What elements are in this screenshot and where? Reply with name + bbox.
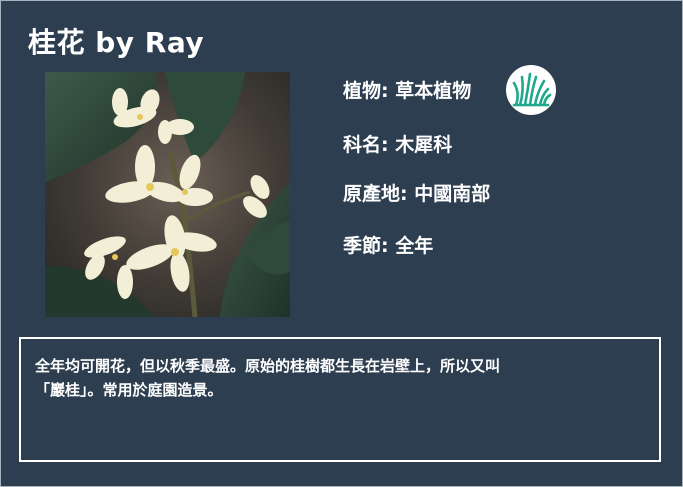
grass-icon bbox=[506, 65, 556, 115]
plant-card: 桂花 by Ray 植物: 草本植物 科名: 木犀科 原產地: 中國南部 季節:… bbox=[0, 0, 683, 487]
plant-type-label: 植物: 草本植物 bbox=[343, 80, 472, 102]
description-box: 全年均可開花，但以秋季最盛。原始的桂樹都生長在岩壁上，所以又叫 「巖桂」。常用於庭… bbox=[19, 337, 661, 462]
description-text: 全年均可開花，但以秋季最盛。原始的桂樹都生長在岩壁上，所以又叫 「巖桂」。常用於庭… bbox=[35, 354, 645, 402]
card-title: 桂花 by Ray bbox=[28, 26, 205, 59]
origin-label: 原產地: 中國南部 bbox=[343, 183, 491, 205]
description-line-2: 「巖桂」。常用於庭園造景。 bbox=[35, 381, 223, 399]
flower-photo bbox=[45, 72, 290, 317]
description-line-1: 全年均可開花，但以秋季最盛。原始的桂樹都生長在岩壁上，所以又叫 bbox=[35, 357, 501, 375]
season-label: 季節: 全年 bbox=[343, 235, 434, 257]
family-label: 科名: 木犀科 bbox=[343, 134, 453, 156]
